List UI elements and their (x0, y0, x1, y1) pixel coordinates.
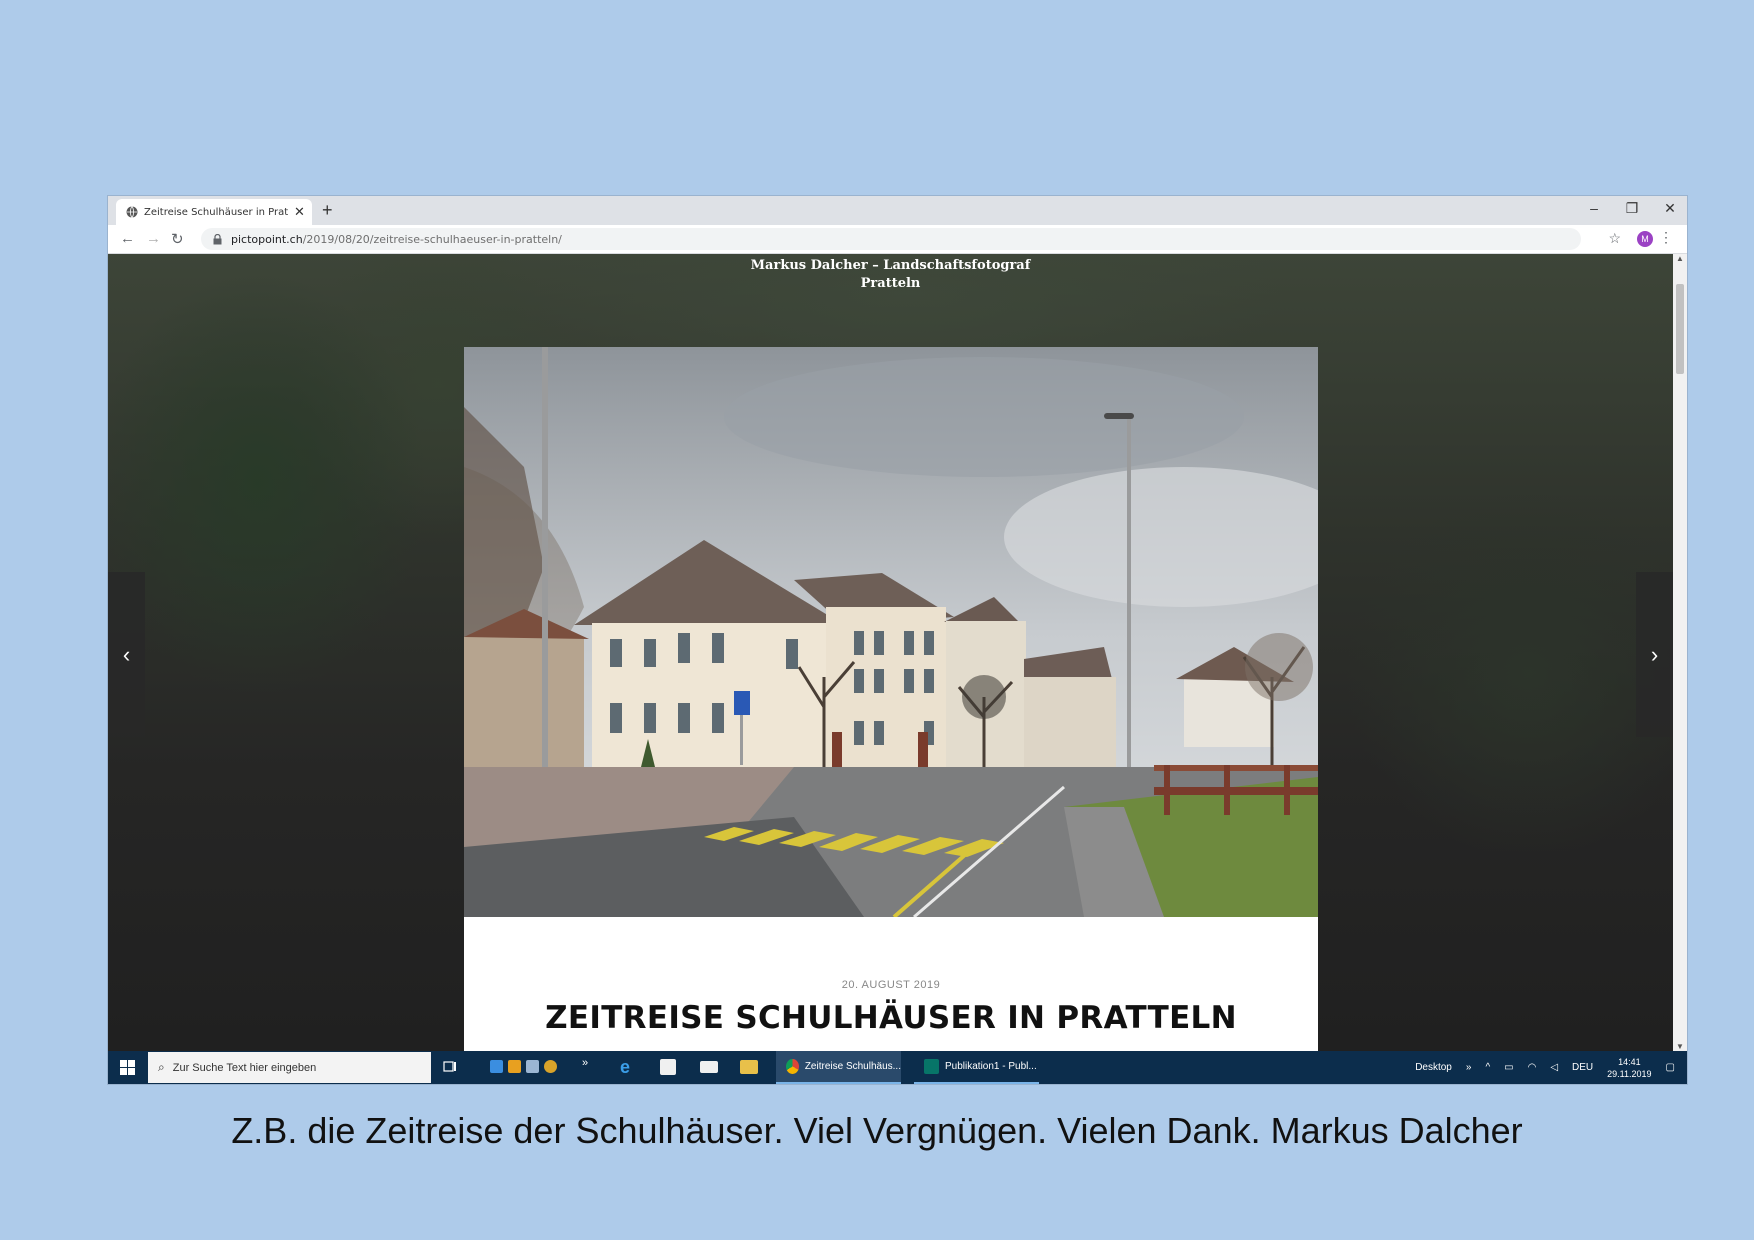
file-explorer-icon[interactable] (740, 1060, 758, 1074)
input-language[interactable]: DEU (1572, 1062, 1593, 1073)
close-window-icon[interactable]: ✕ (1663, 200, 1677, 217)
tab-title: Zeitreise Schulhäuser in Pratteln (144, 206, 288, 218)
taskbar-clock[interactable]: 14:41 29.11.2019 (1607, 1056, 1651, 1080)
back-icon[interactable]: ← (120, 230, 135, 247)
edge-icon[interactable]: e (620, 1058, 636, 1076)
globe-icon (126, 206, 138, 218)
taskbar-overflow-icon[interactable]: » (582, 1057, 588, 1069)
chrome-small-icon[interactable] (544, 1060, 557, 1073)
taskbar-search-box[interactable]: ⌕ Zur Suche Text hier eingeben (148, 1052, 431, 1083)
desktop-toolbar-label[interactable]: Desktop (1415, 1062, 1452, 1073)
window-controls: – ❐ ✕ (1587, 200, 1677, 217)
tray-chevron-up-icon[interactable]: ^ (1485, 1062, 1490, 1073)
battery-icon[interactable]: ▭ (1504, 1062, 1513, 1073)
minimize-icon[interactable]: – (1587, 200, 1601, 217)
chevron-left-icon: ‹ (122, 641, 131, 667)
school-house-photo (464, 347, 1318, 917)
mail-icon[interactable] (700, 1061, 718, 1073)
profile-avatar[interactable]: M (1637, 231, 1653, 247)
scroll-up-icon[interactable]: ▲ (1676, 254, 1684, 263)
browser-toolbar: ← → ↻ pictopoint.ch/2019/08/20/zeitreise… (108, 225, 1687, 254)
forward-icon[interactable]: → (146, 230, 161, 247)
address-bar[interactable]: pictopoint.ch/2019/08/20/zeitreise-schul… (201, 228, 1581, 250)
windows-start-icon[interactable] (120, 1060, 135, 1075)
chevron-right-icon: › (1650, 641, 1659, 667)
chrome-icon (786, 1059, 799, 1074)
wifi-icon[interactable]: ◠ (1528, 1062, 1537, 1073)
search-icon: ⌕ (158, 1060, 165, 1074)
bookmark-star-icon[interactable]: ☆ (1608, 230, 1621, 247)
slide-caption: Z.B. die Zeitreise der Schulhäuser. Viel… (231, 1110, 1523, 1151)
app-screen-icon[interactable] (526, 1060, 539, 1073)
browser-tab[interactable]: Zeitreise Schulhäuser in Pratteln ✕ (116, 199, 312, 225)
previous-arrow-button[interactable]: ‹ (108, 572, 145, 737)
tray-overflow-icon[interactable]: » (1466, 1062, 1472, 1073)
site-subtitle: Pratteln (860, 276, 921, 291)
task-view-icon[interactable] (443, 1060, 457, 1074)
clock-date: 29.11.2019 (1607, 1068, 1652, 1079)
taskbar-app-label: Publikation1 - Publ... (945, 1061, 1037, 1072)
taskbar-app-publisher[interactable]: Publikation1 - Publ... (914, 1051, 1039, 1084)
browser-window: Zeitreise Schulhäuser in Pratteln ✕ + – … (108, 196, 1687, 1084)
post-card: 20. AUGUST 2019 ZEITREISE SCHULHÄUSER IN… (464, 347, 1318, 1051)
tab-close-icon[interactable]: ✕ (294, 204, 305, 220)
taskbar-app-chrome[interactable]: Zeitreise Schulhäus... (776, 1051, 901, 1084)
slide: Zeitreise Schulhäuser in Pratteln ✕ + – … (0, 0, 1754, 1240)
reload-icon[interactable]: ↻ (171, 230, 184, 248)
clock-time: 14:41 (1618, 1056, 1641, 1067)
lock-icon (213, 233, 222, 244)
url-host: pictopoint.ch (231, 232, 303, 246)
notification-icon[interactable]: ▢ (1666, 1062, 1675, 1073)
scroll-down-icon[interactable]: ▼ (1676, 1042, 1684, 1051)
next-arrow-button[interactable]: › (1636, 572, 1673, 737)
restore-icon[interactable]: ❐ (1625, 200, 1639, 217)
post-date: 20. AUGUST 2019 (841, 979, 941, 991)
search-placeholder: Zur Suche Text hier eingeben (172, 1061, 317, 1074)
system-tray: Desktop » ^ ▭ ◠ ◁ DEU 14:41 29.11.2019 ▢ (1415, 1051, 1687, 1084)
new-tab-button[interactable]: + (322, 200, 333, 221)
store-icon[interactable] (660, 1059, 676, 1075)
url-path: /2019/08/20/zeitreise-schulhaeuser-in-pr… (302, 232, 562, 246)
browser-menu-icon[interactable]: ⋮ (1659, 229, 1673, 246)
publisher-icon (924, 1059, 939, 1074)
page-scrollbar[interactable]: ▲ ▼ (1673, 254, 1687, 1051)
taskbar-app-label: Zeitreise Schulhäus... (804, 1061, 901, 1072)
messaging-icon[interactable] (490, 1060, 503, 1073)
post-title: ZEITREISE SCHULHÄUSER IN PRATTELN (545, 1000, 1237, 1036)
site-title[interactable]: Markus Dalcher – Landschaftsfotograf (108, 256, 1673, 275)
page-viewport: Markus Dalcher – Landschaftsfotograf Pra… (108, 254, 1673, 1051)
app-orange-icon[interactable] (508, 1060, 521, 1073)
url-text: pictopoint.ch/2019/08/20/zeitreise-schul… (231, 233, 562, 246)
windows-taskbar: ⌕ Zur Suche Text hier eingeben » e Zeitr… (108, 1051, 1687, 1084)
tab-strip: Zeitreise Schulhäuser in Pratteln ✕ + – … (108, 196, 1687, 225)
scrollbar-thumb[interactable] (1676, 284, 1684, 374)
volume-icon[interactable]: ◁ (1550, 1062, 1558, 1073)
